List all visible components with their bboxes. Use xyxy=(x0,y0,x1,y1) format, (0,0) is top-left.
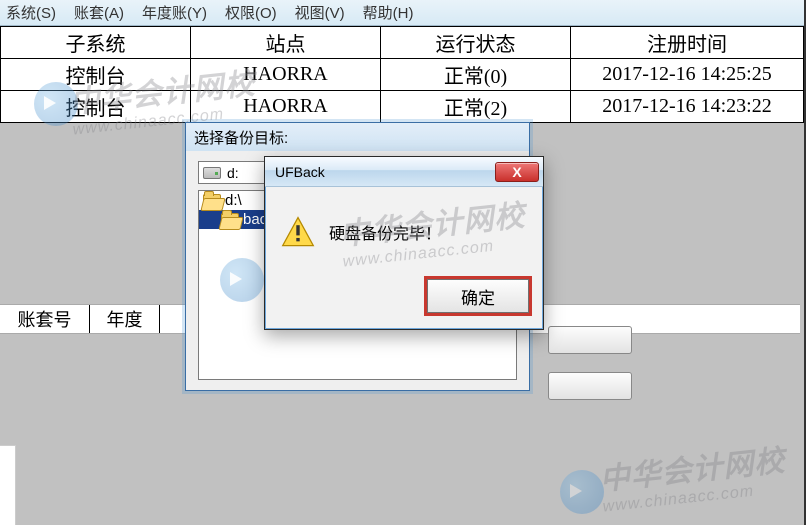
cell-subsystem: 控制台 xyxy=(1,91,191,123)
hidden-button-2[interactable] xyxy=(548,372,632,400)
watermark-logo-icon xyxy=(560,470,604,514)
grid-header-row: 子系统 站点 运行状态 注册时间 xyxy=(1,27,804,59)
close-button[interactable]: X xyxy=(495,162,539,182)
table-row[interactable]: 控制台 HAORRA 正常(0) 2017-12-16 14:25:25 xyxy=(1,59,804,91)
msgbox-footer: 确定 xyxy=(265,271,543,329)
watermark: 中华会计网校 www.chinaacc.com xyxy=(597,435,788,516)
menu-account[interactable]: 账套(A) xyxy=(74,2,124,23)
folder-open-icon xyxy=(203,194,221,207)
col-acct-no[interactable]: 账套号 xyxy=(0,305,90,333)
col-site[interactable]: 站点 xyxy=(191,27,381,59)
cell-status: 正常(0) xyxy=(381,59,571,91)
menu-year[interactable]: 年度账(Y) xyxy=(142,2,207,23)
folder-open-icon xyxy=(221,213,239,226)
msgbox-message: 硬盘备份完毕！ xyxy=(329,220,441,244)
drive-label: d: xyxy=(227,165,239,181)
close-icon: X xyxy=(512,164,521,180)
msgbox-title: UFBack xyxy=(275,164,325,180)
data-grid: 子系统 站点 运行状态 注册时间 控制台 HAORRA 正常(0) 2017-1… xyxy=(0,26,804,123)
cell-status: 正常(2) xyxy=(381,91,571,123)
cell-regtime: 2017-12-16 14:25:25 xyxy=(571,59,804,91)
footer-strip xyxy=(0,445,16,525)
col-year[interactable]: 年度 xyxy=(90,305,160,333)
backup-window-title: 选择备份目标: xyxy=(186,123,529,151)
menu-auth[interactable]: 权限(O) xyxy=(225,2,277,23)
cell-regtime: 2017-12-16 14:23:22 xyxy=(571,91,804,123)
menu-help[interactable]: 帮助(H) xyxy=(363,2,414,23)
app-window: 系统(S) 账套(A) 年度账(Y) 权限(O) 视图(V) 帮助(H) 子系统… xyxy=(0,0,806,525)
col-subsystem[interactable]: 子系统 xyxy=(1,27,191,59)
col-status[interactable]: 运行状态 xyxy=(381,27,571,59)
cell-subsystem: 控制台 xyxy=(1,59,191,91)
drive-icon xyxy=(203,167,221,179)
tree-root-label: d:\ xyxy=(225,192,242,209)
menubar: 系统(S) 账套(A) 年度账(Y) 权限(O) 视图(V) 帮助(H) xyxy=(0,0,804,26)
menu-system[interactable]: 系统(S) xyxy=(6,2,56,23)
ufback-messagebox: UFBack X 硬盘备份完毕！ 确定 xyxy=(264,156,544,330)
table-row[interactable]: 控制台 HAORRA 正常(2) 2017-12-16 14:23:22 xyxy=(1,91,804,123)
menu-view[interactable]: 视图(V) xyxy=(295,2,345,23)
warning-icon xyxy=(281,215,315,249)
hidden-button-1[interactable] xyxy=(548,326,632,354)
msgbox-body: 硬盘备份完毕！ xyxy=(265,187,543,271)
cell-site: HAORRA xyxy=(191,91,381,123)
col-regtime[interactable]: 注册时间 xyxy=(571,27,804,59)
cell-site: HAORRA xyxy=(191,59,381,91)
msgbox-titlebar[interactable]: UFBack X xyxy=(265,157,543,187)
ok-button[interactable]: 确定 xyxy=(427,279,529,313)
backup-action-buttons xyxy=(548,326,632,400)
